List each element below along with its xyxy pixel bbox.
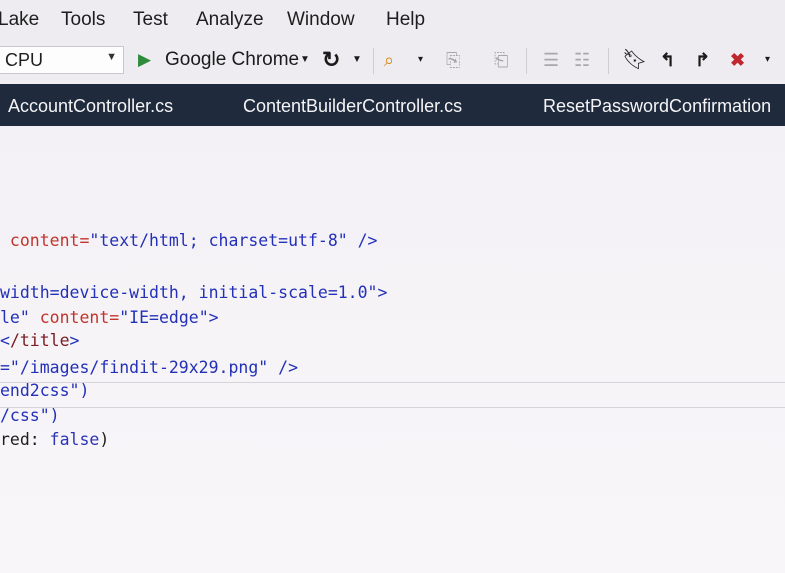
document-tab-bar: AccountController.cs ContentBuilderContr…: [0, 84, 785, 126]
code-line-render-section: red: false): [0, 428, 109, 452]
standard-toolbar: CPU ▼ ▶ Google Chrome ▼ ↻ ▼ ⌕ ▾ ⎘ ⎗ ☰ ☷ …: [0, 40, 785, 80]
code-line-meta-viewport: width=device-width, initial-scale=1.0">: [0, 281, 387, 305]
code-token: ="/images/findit-29x29.png": [0, 358, 269, 377]
comment-icon[interactable]: ☰: [543, 48, 559, 72]
overflow-chevron-icon[interactable]: ▾: [765, 48, 770, 72]
code-token: <: [0, 331, 10, 350]
refresh-icon[interactable]: ↻: [322, 48, 340, 72]
platform-value: CPU: [5, 50, 44, 70]
code-line-meta-compat: le" content="IE=edge">: [0, 306, 219, 330]
code-token: le": [0, 308, 30, 327]
run-target-button[interactable]: Google Chrome: [165, 48, 299, 72]
menu-bar: Lake Tools Test Analyze Window Help: [0, 0, 785, 40]
code-token: "text/html; charset=utf-8": [89, 231, 348, 250]
next-bookmark-icon[interactable]: ↱: [695, 48, 710, 72]
code-line-meta-content-type: content="text/html; charset=utf-8" />: [0, 229, 378, 253]
code-token: >: [208, 308, 219, 327]
overflow-chevron-icon[interactable]: ▾: [418, 48, 423, 72]
code-line-title-close: </title>: [0, 329, 79, 353]
tab-content-builder-controller[interactable]: ContentBuilderController.cs: [243, 96, 462, 117]
bookmark-icon[interactable]: 🔖︎: [622, 48, 647, 72]
code-line-css-bundle: /css"): [0, 404, 60, 428]
code-token: content=: [0, 231, 90, 250]
menu-window[interactable]: Window: [287, 9, 355, 31]
code-token: /css"): [0, 406, 60, 425]
previous-bookmark-icon[interactable]: ↰: [660, 48, 675, 72]
code-editor[interactable]: content="text/html; charset=utf-8" /> wi…: [0, 126, 785, 573]
code-token: >: [377, 283, 388, 302]
code-token: /title: [9, 331, 70, 350]
step-over-icon[interactable]: ⎘: [446, 48, 460, 72]
code-token: >: [69, 331, 80, 350]
uncomment-icon[interactable]: ☷: [574, 48, 590, 72]
play-icon[interactable]: ▶: [138, 48, 151, 72]
current-line-border: [0, 382, 785, 383]
clear-bookmarks-icon[interactable]: ✖: [730, 48, 745, 72]
code-line-icon-link: ="/images/findit-29x29.png" />: [0, 356, 298, 380]
tab-reset-password-confirmation[interactable]: ResetPasswordConfirmation: [543, 96, 771, 117]
menu-file-lake[interactable]: Lake: [0, 9, 39, 31]
code-line-styles-render: end2css"): [0, 379, 89, 403]
code-token: />: [268, 358, 299, 377]
menu-help[interactable]: Help: [386, 9, 425, 31]
step-into-icon[interactable]: ⎗: [494, 48, 508, 72]
code-token: false: [49, 430, 100, 449]
toolbar-separator: [373, 48, 374, 74]
chevron-down-icon[interactable]: ▼: [300, 48, 310, 72]
code-token: end2css"): [0, 381, 90, 400]
code-token: "IE=edge": [119, 308, 209, 327]
chevron-down-icon[interactable]: ▼: [352, 48, 362, 72]
toolbar-separator: [526, 48, 527, 74]
menu-tools[interactable]: Tools: [61, 9, 105, 31]
code-token: red:: [0, 430, 50, 449]
code-token: content=: [29, 308, 120, 327]
toolbar-separator: [608, 48, 609, 74]
code-token: width=device-width, initial-scale=1.0": [0, 283, 378, 302]
code-token: ): [99, 430, 110, 449]
menu-analyze[interactable]: Analyze: [196, 9, 264, 31]
current-line-border: [0, 407, 785, 408]
tab-account-controller[interactable]: AccountController.cs: [8, 96, 173, 117]
find-icon[interactable]: ⌕: [384, 48, 394, 72]
code-token: />: [347, 231, 378, 250]
platform-dropdown[interactable]: CPU ▼: [0, 46, 124, 74]
chevron-down-icon[interactable]: ▼: [106, 51, 117, 63]
menu-test[interactable]: Test: [133, 9, 168, 31]
